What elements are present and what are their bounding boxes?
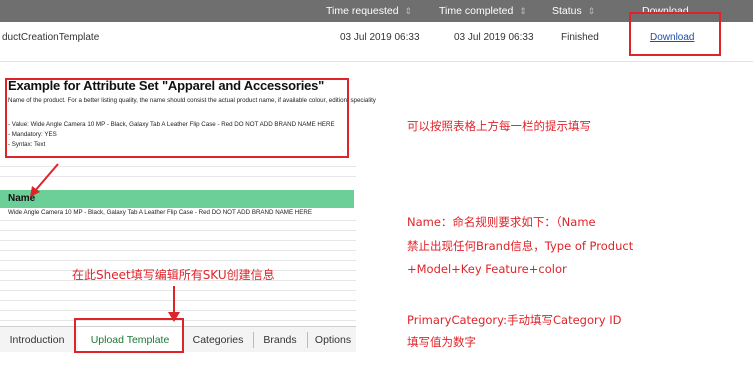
hint-note: 可以按照表格上方每一栏的提示填写 <box>407 119 591 133</box>
tab-divider <box>253 332 254 348</box>
tab-introduction[interactable]: Introduction <box>2 327 72 353</box>
grid-line <box>0 220 356 221</box>
example-highlight-box <box>5 78 349 158</box>
name-rule-line-3: +Model+Key Feature+color <box>407 262 567 276</box>
name-rule-line-2: 禁止出现任何Brand信息，Type of Product <box>407 239 634 253</box>
category-note-line-2: 填写值为数字 <box>407 335 476 349</box>
time-completed-value: 03 Jul 2019 06:33 <box>454 32 534 43</box>
time-requested-value: 03 Jul 2019 06:33 <box>340 32 420 43</box>
sort-icon[interactable]: ⇕ <box>405 6 413 16</box>
grid-line <box>0 250 356 251</box>
name-rule-line-1: Name：命名规则要求如下：（Name <box>407 215 596 229</box>
template-name: ductCreationTemplate <box>2 32 100 43</box>
grid-line <box>0 260 356 261</box>
name-cell[interactable]: Wide Angle Camera 10 MP - Black, Galaxy … <box>8 209 312 216</box>
sheet-note: 在此Sheet填写编辑所有SKU创建信息 <box>72 268 275 282</box>
tab-brands[interactable]: Brands <box>258 327 302 353</box>
arrow-icon <box>30 163 59 197</box>
tab-options[interactable]: Options <box>311 327 355 353</box>
sort-icon[interactable]: ⇕ <box>588 6 596 16</box>
col-time-requested[interactable]: Time requested ⇕ <box>326 0 412 22</box>
sort-icon[interactable]: ⇕ <box>519 6 527 16</box>
grid-line <box>0 240 356 241</box>
tab-categories[interactable]: Categories <box>188 327 248 353</box>
status-value: Finished <box>561 32 599 43</box>
tab-divider <box>307 332 308 348</box>
download-highlight-box <box>629 12 721 56</box>
col-status[interactable]: Status ⇕ <box>552 0 595 22</box>
category-note-line-1: PrimaryCategory:手动填写Category ID <box>407 313 622 327</box>
col-time-completed[interactable]: Time completed ⇕ <box>439 0 527 22</box>
grid-line <box>0 230 356 231</box>
arrow-icon <box>168 286 180 322</box>
